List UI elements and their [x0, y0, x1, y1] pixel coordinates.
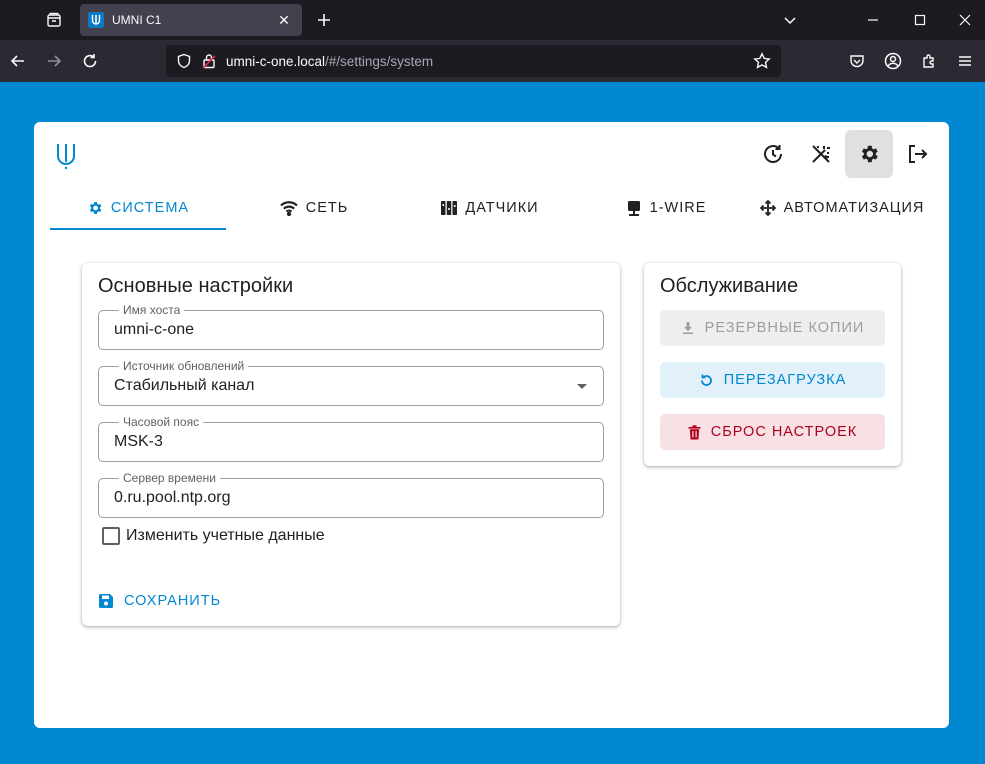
update-source-value: Стабильный канал [114, 377, 255, 394]
update-source-select[interactable]: Источник обновлений Стабильный канал [98, 359, 604, 406]
active-tab-indicator [50, 228, 226, 230]
timezone-field[interactable]: Часовой пояс MSK-3 [98, 415, 604, 462]
maximize-icon[interactable] [906, 6, 934, 34]
settings-gear-icon[interactable] [845, 130, 893, 178]
hostname-label: Имя хоста [119, 303, 185, 317]
backup-button-label: РЕЗЕРВНЫЕ КОПИИ [704, 320, 865, 336]
backup-button[interactable]: РЕЗЕРВНЫЕ КОПИИ [660, 310, 885, 346]
change-credentials-checkbox[interactable] [102, 527, 120, 545]
browser-tab[interactable]: UMNI C1 ✕ [80, 4, 302, 36]
tab-network-label: СЕТЬ [305, 200, 349, 216]
hostname-value: umni-c-one [114, 321, 195, 338]
hostname-field[interactable]: Имя хоста umni-c-one [98, 303, 604, 350]
bookmark-star-icon[interactable] [753, 52, 771, 70]
settings-tabs: СИСТЕМА СЕТЬ ДАТЧИКИ 1-WIRE АВТОМАТИЗАЦИ… [50, 186, 930, 230]
maintenance-title: Обслуживание [660, 275, 799, 297]
tab-1wire[interactable]: 1-WIRE [578, 186, 754, 230]
tab-close-icon[interactable]: ✕ [274, 12, 294, 29]
forward-arrow-icon[interactable] [40, 47, 68, 75]
tab-automation[interactable]: АВТОМАТИЗАЦИЯ [754, 186, 930, 230]
reboot-button-label: ПЕРЕЗАГРУЗКА [723, 372, 847, 388]
restart-icon [699, 373, 714, 388]
wifi-icon [279, 200, 298, 216]
reboot-button[interactable]: ПЕРЕЗАГРУЗКА [660, 362, 885, 398]
reload-icon[interactable] [76, 47, 104, 75]
download-icon [681, 321, 695, 335]
general-settings-title: Основные настройки [98, 275, 294, 297]
url-text[interactable]: umni-c-one.local/#/settings/system [226, 54, 753, 69]
change-credentials-row[interactable]: Изменить учетные данные [102, 527, 325, 545]
change-credentials-label: Изменить учетные данные [126, 527, 325, 544]
insecure-lock-icon[interactable] [202, 53, 216, 69]
dropdown-arrow-icon[interactable] [577, 384, 587, 389]
tab-overview-icon[interactable] [40, 6, 68, 34]
umni-logo-icon [54, 142, 78, 172]
automation-icon [759, 200, 776, 216]
maintenance-panel: Обслуживание РЕЗЕРВНЫЕ КОПИИ ПЕРЕЗАГРУЗК… [644, 263, 901, 466]
history-icon[interactable] [749, 130, 797, 178]
address-bar[interactable]: umni-c-one.local/#/settings/system [166, 45, 781, 77]
reset-settings-button[interactable]: СБРОС НАСТРОЕК [660, 414, 885, 450]
tab-system-label: СИСТЕМА [110, 200, 190, 216]
time-server-field[interactable]: Сервер времени 0.ru.pool.ntp.org [98, 471, 604, 518]
update-source-label: Источник обновлений [119, 359, 249, 373]
reset-settings-button-label: СБРОС НАСТРОЕК [710, 424, 858, 440]
url-host: umni-c-one.local [226, 53, 326, 69]
umni-favicon-icon [88, 12, 104, 28]
close-window-icon[interactable] [951, 6, 979, 34]
account-icon[interactable] [879, 47, 907, 75]
theme-toggle-icon[interactable] [797, 130, 845, 178]
tab-sensors[interactable]: ДАТЧИКИ [402, 186, 578, 230]
shield-icon[interactable] [176, 53, 192, 69]
back-arrow-icon[interactable] [4, 47, 32, 75]
floppy-disk-icon [98, 593, 114, 609]
save-button[interactable]: СОХРАНИТЬ [98, 587, 221, 615]
tab-1wire-label: 1-WIRE [649, 200, 707, 216]
gear-icon [87, 200, 103, 216]
general-settings-panel: Основные настройки Имя хоста umni-c-one … [82, 263, 620, 626]
app-card: СИСТЕМА СЕТЬ ДАТЧИКИ 1-WIRE АВТОМАТИЗАЦИ… [34, 122, 949, 728]
pocket-icon[interactable] [843, 47, 871, 75]
browser-tab-bar: UMNI C1 ✕ [0, 0, 985, 40]
minimize-icon[interactable] [859, 6, 887, 34]
one-wire-icon [626, 200, 642, 216]
logout-icon[interactable] [893, 130, 941, 178]
sensors-icon [441, 201, 458, 215]
extensions-icon[interactable] [915, 47, 943, 75]
browser-nav-bar: umni-c-one.local/#/settings/system [0, 40, 985, 82]
tab-automation-label: АВТОМАТИЗАЦИЯ [783, 200, 925, 216]
save-button-label: СОХРАНИТЬ [124, 593, 222, 609]
tab-system[interactable]: СИСТЕМА [50, 186, 226, 230]
trash-icon [688, 424, 701, 440]
timezone-value: MSK-3 [114, 433, 163, 450]
url-path: /#/settings/system [325, 53, 434, 69]
new-tab-button[interactable] [310, 6, 338, 34]
time-server-label: Сервер времени [119, 471, 220, 485]
menu-icon[interactable] [951, 47, 979, 75]
time-server-value: 0.ru.pool.ntp.org [114, 489, 231, 506]
timezone-label: Часовой пояс [119, 415, 204, 429]
tab-list-chevron-down-icon[interactable] [776, 6, 804, 34]
tab-title: UMNI C1 [112, 13, 162, 27]
tab-sensors-label: ДАТЧИКИ [465, 200, 539, 216]
tab-network[interactable]: СЕТЬ [226, 186, 402, 230]
